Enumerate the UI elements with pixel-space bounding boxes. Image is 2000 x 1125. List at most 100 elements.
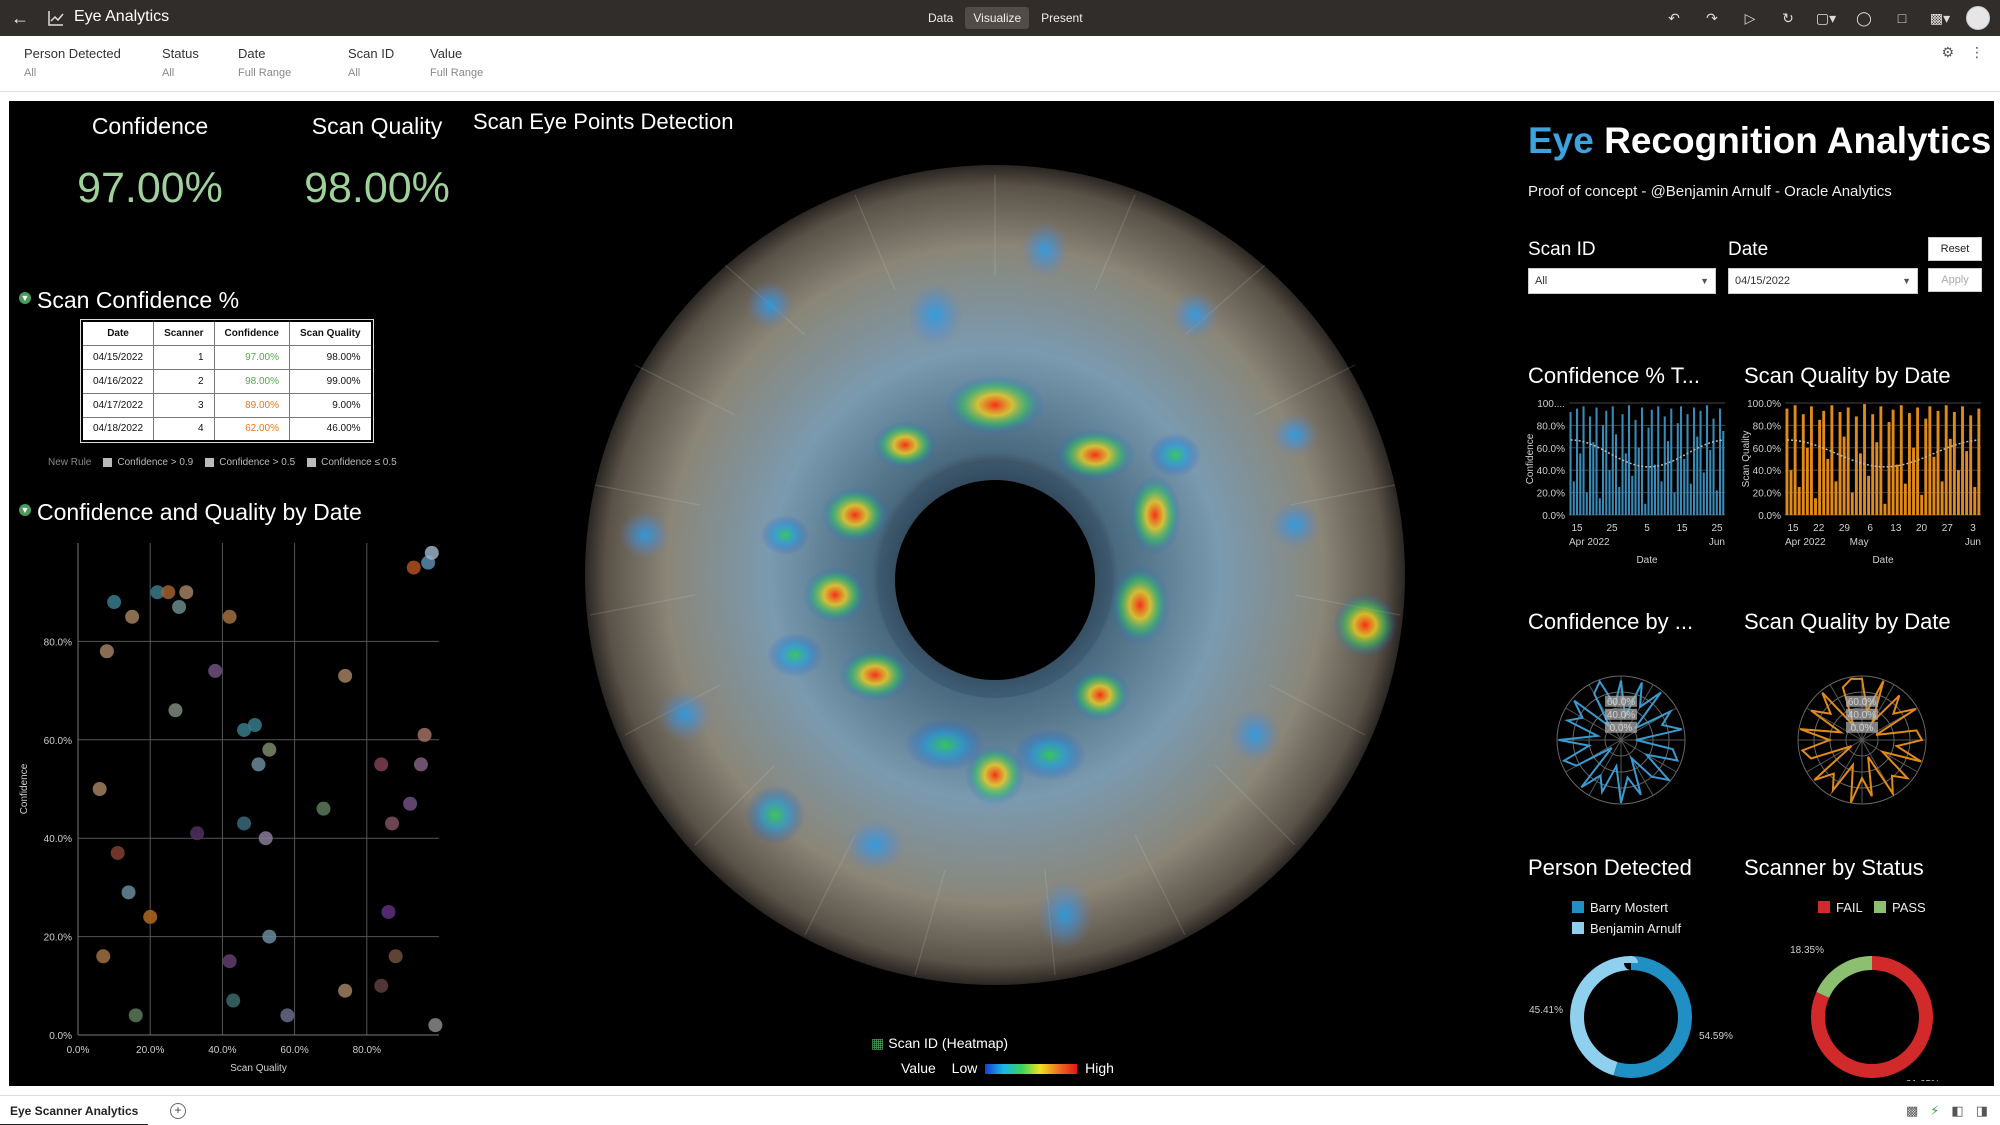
filter-person-detected[interactable]: Person Detected All	[24, 46, 121, 79]
filter-date[interactable]: Date Full Range	[238, 46, 291, 79]
y-tick-label: 40.0%	[1753, 466, 1781, 477]
col-header-date[interactable]: Date	[81, 320, 155, 346]
radar-label: 0.0%	[1851, 723, 1874, 734]
eye-heatmap-image[interactable]	[575, 155, 1415, 995]
trend-bar	[1797, 487, 1801, 515]
top-bar: ← Eye Analytics Data Visualize Present ↶…	[0, 0, 2000, 36]
filter-status[interactable]: Status All	[162, 46, 199, 79]
table-row[interactable]: 04/18/2022 4 62.00% 46.00%	[81, 416, 373, 442]
filter-bar-icons: ⚙ ⋮	[1941, 44, 1984, 61]
apply-button[interactable]: Apply	[1928, 268, 1982, 292]
mode-visualize-button[interactable]: Visualize	[965, 7, 1030, 29]
toolbar-icons: ↶ ↷ ▷ ↻ ▢▾ ◯ □ ▩▾	[1662, 5, 1990, 31]
trend-bar	[1854, 416, 1858, 515]
scatter-plot[interactable]: 0.0% 20.0% 40.0% 60.0% 80.0% 0.0% 20.0% 40.0% 60…	[9, 533, 449, 1083]
y-tick-label: 20.0%	[44, 933, 72, 944]
radar-label: 60.0%	[1848, 697, 1876, 708]
lightning-icon[interactable]: ⚡	[1930, 1103, 1939, 1119]
date-select[interactable]: 04/15/2022 ▼	[1728, 268, 1918, 294]
trend-bar	[1722, 431, 1725, 515]
trend-bar	[1598, 498, 1601, 515]
heatmap-gradient	[985, 1064, 1078, 1075]
donut-label: 18.35%	[1790, 945, 1824, 956]
new-rule-label[interactable]: New Rule	[48, 457, 91, 468]
redo-icon[interactable]: ↷	[1700, 10, 1724, 27]
cell-confidence: 62.00%	[213, 416, 290, 442]
trend-bar	[1842, 436, 1846, 515]
cell-scanner: 3	[153, 392, 215, 418]
legend-item[interactable]: Confidence > 0.9	[103, 457, 193, 468]
mode-present-button[interactable]: Present	[1033, 7, 1090, 29]
confidence-radar-chart[interactable]: 60.0% 40.0% 0.0%	[1554, 673, 1688, 807]
filter-icon[interactable]: ▩	[1906, 1103, 1918, 1119]
scatter-point	[316, 801, 331, 816]
quality-trend-chart[interactable]: 100.0% 80.0% 60.0% 40.0% 20.0% 0.0% Scan Quali…	[1737, 395, 1985, 575]
table-row[interactable]: 04/17/2022 3 89.00% 9.00%	[81, 392, 373, 418]
x-tick-label: 6	[1867, 523, 1873, 534]
reset-button[interactable]: Reset	[1928, 237, 1982, 261]
cell-date: 04/16/2022	[81, 368, 155, 394]
kpi-confidence[interactable]: Confidence 97.00%	[30, 113, 270, 213]
legend-fail[interactable]: FAIL	[1818, 900, 1863, 915]
trend-bar	[1887, 422, 1891, 515]
col-header-confidence[interactable]: Confidence	[213, 320, 290, 346]
legend-item[interactable]: Confidence > 0.5	[205, 457, 295, 468]
left-panel-icon[interactable]: ◧	[1951, 1103, 1963, 1119]
play-icon[interactable]: ▷	[1738, 10, 1762, 27]
scatter-point	[388, 949, 403, 964]
cell-quality: 99.00%	[288, 368, 373, 394]
legend-item[interactable]: Confidence ≤ 0.5	[307, 457, 397, 468]
scatter-point	[251, 757, 266, 772]
add-canvas-icon[interactable]: +	[170, 1103, 186, 1119]
x-tick-label: 60.0%	[280, 1045, 308, 1056]
trend-bar	[1585, 492, 1588, 515]
confidence-trend-chart[interactable]: 100.... 80.0% 60.0% 40.0% 20.0% 0.0% Confidenc…	[1521, 395, 1729, 575]
x-tick-label: 20	[1916, 523, 1928, 534]
filter-value[interactable]: Value Full Range	[430, 46, 483, 79]
scatter-point	[428, 1018, 443, 1033]
scatter-point	[222, 609, 237, 624]
table-row[interactable]: 04/15/2022 1 97.00% 98.00%	[81, 344, 373, 370]
right-panel-icon[interactable]: ◨	[1976, 1103, 1988, 1119]
insight-bulb-icon[interactable]: ◯	[1852, 10, 1876, 27]
legend-barry[interactable]: Barry Mostert	[1572, 900, 1668, 915]
canvas-tab[interactable]: Eye Scanner Analytics	[0, 1096, 149, 1125]
export-icon[interactable]: □	[1890, 10, 1914, 26]
cell-date: 04/18/2022	[81, 416, 155, 442]
person-detected-donut[interactable]: 45.41% 54.59%	[1521, 937, 1747, 1081]
scan-id-select[interactable]: All ▼	[1528, 268, 1716, 294]
refresh-data-icon[interactable]: ↻	[1776, 10, 1800, 27]
save-menu-icon[interactable]: ▩▾	[1928, 10, 1952, 27]
filter-value: All	[24, 67, 37, 79]
filter-funnel-icon[interactable]: ▼	[19, 292, 31, 304]
avatar[interactable]	[1966, 6, 1990, 30]
y-tick-label: 100.0%	[1747, 399, 1781, 410]
mode-data-button[interactable]: Data	[920, 7, 961, 29]
filter-funnel-icon[interactable]: ▼	[19, 504, 31, 516]
col-header-scanner[interactable]: Scanner	[153, 320, 215, 346]
x-tick-label: 15	[1676, 523, 1688, 534]
scatter-point	[96, 949, 111, 964]
scanner-status-donut[interactable]: 18.35% 81.65%	[1754, 937, 1984, 1081]
trend-bar	[1706, 405, 1709, 515]
app-root: ← Eye Analytics Data Visualize Present ↶…	[0, 0, 2000, 1125]
quality-radar-chart[interactable]: 60.0% 40.0% 0.0%	[1795, 673, 1929, 807]
app-title: Eye Analytics	[74, 8, 170, 25]
auto-apply-icon[interactable]: ⚙	[1941, 44, 1954, 61]
kpi-scan-quality[interactable]: Scan Quality 98.00%	[257, 113, 497, 213]
comment-menu-icon[interactable]: ▢▾	[1814, 10, 1838, 27]
legend-benjamin[interactable]: Benjamin Arnulf	[1572, 921, 1681, 936]
trend-bar	[1719, 408, 1722, 515]
col-header-scan-quality[interactable]: Scan Quality	[288, 320, 373, 346]
filter-scan-id[interactable]: Scan ID All	[348, 46, 394, 79]
legend-pass[interactable]: PASS	[1874, 900, 1926, 915]
y-tick-label: 80.0%	[44, 637, 72, 648]
x-tick-label: 3	[1970, 523, 1976, 534]
conditional-format-legend: New Rule Confidence > 0.9 Confidence > 0…	[48, 457, 397, 468]
back-arrow-icon[interactable]: ←	[8, 6, 32, 30]
undo-icon[interactable]: ↶	[1662, 10, 1686, 27]
more-menu-icon[interactable]: ⋮	[1970, 44, 1984, 61]
trend-bar	[1977, 408, 1981, 515]
table-row[interactable]: 04/16/2022 2 98.00% 99.00%	[81, 368, 373, 394]
scatter-point	[338, 983, 353, 998]
